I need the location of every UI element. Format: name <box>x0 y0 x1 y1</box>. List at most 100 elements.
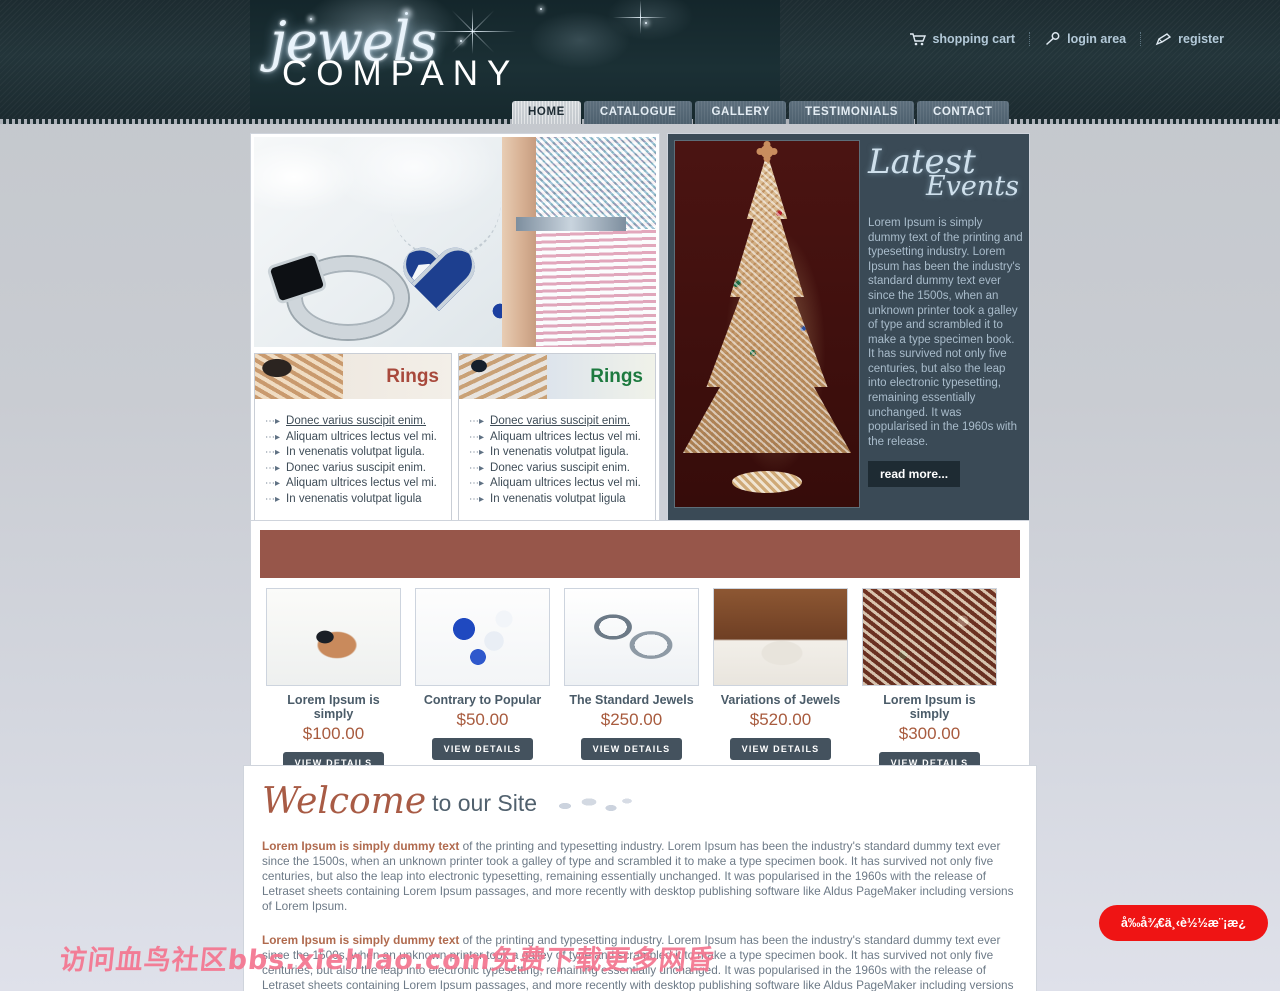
product-name: Lorem Ipsum is simply <box>287 693 380 721</box>
arrow-icon: ⋯▸ <box>265 447 281 458</box>
list-item[interactable]: ⋯▸ Donec varius suscipit enim. <box>265 462 441 474</box>
read-more-button[interactable]: read more... <box>868 461 961 488</box>
list-item[interactable]: ⋯▸ In venenatis volutpat ligula <box>265 493 441 505</box>
register-link[interactable]: register <box>1140 32 1238 46</box>
arrow-icon: ⋯▸ <box>265 462 281 474</box>
featured-products-panel: Lorem Ipsum is simply $100.00 VIEW DETAI… <box>250 520 1030 788</box>
tree-base-ornament <box>732 471 802 493</box>
product-card[interactable]: Lorem Ipsum is simply $100.00 VIEW DETAI… <box>266 588 401 774</box>
tab-catalogue[interactable]: CATALOGUE <box>584 101 693 124</box>
list-item[interactable]: ⋯▸ Aliquam ultrices lectus vel mi. <box>265 431 441 443</box>
welcome-heading: Welcome to our Site <box>262 784 1018 820</box>
view-details-button[interactable]: VIEW DETAILS <box>580 738 683 760</box>
latest-events-panel: Latest Events Lorem Ipsum is simply dumm… <box>667 133 1030 527</box>
products-header-bar <box>260 530 1020 578</box>
welcome-paragraph: Lorem Ipsum is simply dummy text of the … <box>262 933 1018 991</box>
category-title: Rings <box>386 365 439 387</box>
latest-events-title: Latest Events <box>868 140 1023 200</box>
shopping-cart-icon <box>909 32 927 46</box>
product-image <box>266 588 401 686</box>
welcome-script-text: Welcome <box>262 781 427 822</box>
product-price: $300.00 <box>898 724 961 743</box>
list-item[interactable]: ⋯▸ In venenatis volutpat ligula. <box>469 446 645 458</box>
logo-company-text: COMPANY <box>282 54 520 93</box>
latest-events-content: Latest Events Lorem Ipsum is simply dumm… <box>868 140 1023 508</box>
welcome-paragraph: Lorem Ipsum is simply dummy text of the … <box>262 839 1018 914</box>
welcome-paragraph-lead: Lorem Ipsum is simply dummy text <box>262 933 460 947</box>
pencil-icon <box>1155 32 1172 46</box>
arrow-icon: ⋯▸ <box>469 416 485 427</box>
welcome-section: Welcome to our Site Lorem Ipsum is simpl… <box>243 765 1037 991</box>
category-link-label: Donec varius suscipit enim. <box>286 415 427 427</box>
category-thumbnail-image <box>459 354 547 399</box>
shopping-cart-link[interactable]: shopping cart <box>895 32 1029 46</box>
product-image <box>862 588 997 686</box>
heart-pendant <box>400 249 478 319</box>
category-banner: Rings <box>255 354 451 399</box>
tab-home[interactable]: HOME <box>512 101 581 124</box>
category-title: Rings <box>590 365 643 387</box>
category-box: Rings ⋯▸ Donec varius suscipit enim. ⋯▸ Al… <box>254 353 452 523</box>
category-link-label: Donec varius suscipit enim. <box>286 461 427 474</box>
tab-gallery[interactable]: GALLERY <box>695 101 786 124</box>
list-item[interactable]: ⋯▸ Donec varius suscipit enim. <box>469 462 645 474</box>
view-details-button[interactable]: VIEW DETAILS <box>729 738 832 760</box>
latest-events-body: Lorem Ipsum is simply dummy text of the … <box>868 216 1023 448</box>
arrow-icon: ⋯▸ <box>469 478 485 489</box>
category-thumbnail-image <box>255 354 343 399</box>
product-price: $520.00 <box>749 710 812 729</box>
sparkle-decoration <box>540 8 542 10</box>
login-area-link[interactable]: login area <box>1029 32 1140 46</box>
category-link-label: Aliquam ultrices lectus vel mi. <box>490 430 641 443</box>
arrow-icon: ⋯▸ <box>265 416 281 427</box>
product-card[interactable]: The Standard Jewels $250.00 VIEW DETAILS <box>564 588 699 774</box>
tab-contact[interactable]: CONTACT <box>917 101 1009 124</box>
product-card[interactable]: Lorem Ipsum is simply $300.00 VIEW DETAI… <box>862 588 997 774</box>
category-link-label: In venenatis volutpat ligula <box>490 492 626 505</box>
product-card[interactable]: Contrary to Popular $50.00 VIEW DETAILS <box>415 588 550 774</box>
category-banner: Rings <box>459 354 655 399</box>
list-item[interactable]: ⋯▸ In venenatis volutpat ligula. <box>265 446 441 458</box>
list-item[interactable]: ⋯▸ Aliquam ultrices lectus vel mi. <box>265 477 441 489</box>
main-navigation: HOME CATALOGUE GALLERY TESTIMONIALS CONT… <box>512 101 1009 124</box>
christmas-tree-image <box>674 140 860 508</box>
product-image <box>564 588 699 686</box>
category-link-label: In venenatis volutpat ligula. <box>490 446 629 458</box>
product-name: Contrary to Popular <box>423 693 542 707</box>
product-price: $50.00 <box>456 710 509 729</box>
dress-sash <box>516 217 626 231</box>
category-link-label: Donec varius suscipit enim. <box>490 461 631 474</box>
list-item[interactable]: ⋯▸ Aliquam ultrices lectus vel mi. <box>469 431 645 443</box>
product-name: Variations of Jewels <box>720 693 841 707</box>
category-link-label: In venenatis volutpat ligula <box>286 492 422 505</box>
floral-ornament-icon <box>551 792 638 818</box>
arrow-icon: ⋯▸ <box>265 478 281 489</box>
top-content-row: Rings ⋯▸ Donec varius suscipit enim. ⋯▸ Al… <box>250 133 1030 527</box>
category-boxes: Rings ⋯▸ Donec varius suscipit enim. ⋯▸ Al… <box>254 353 656 523</box>
arrow-icon: ⋯▸ <box>265 493 281 505</box>
list-item[interactable]: ⋯▸ Aliquam ultrices lectus vel mi. <box>469 477 645 489</box>
tree-topper-icon <box>760 145 774 158</box>
tab-testimonials[interactable]: TESTIMONIALS <box>789 101 914 124</box>
arrow-icon: ⋯▸ <box>469 493 485 505</box>
list-item[interactable]: ⋯▸ Donec varius suscipit enim. <box>265 415 441 427</box>
hero-panel: Rings ⋯▸ Donec varius suscipit enim. ⋯▸ Al… <box>250 133 660 527</box>
product-list: Lorem Ipsum is simply $100.00 VIEW DETAI… <box>260 588 1020 778</box>
product-price: $250.00 <box>600 710 663 729</box>
product-card[interactable]: Variations of Jewels $520.00 VIEW DETAIL… <box>713 588 848 774</box>
product-price: $100.00 <box>302 724 365 743</box>
login-area-label: login area <box>1067 32 1127 46</box>
key-icon <box>1044 32 1061 46</box>
view-details-button[interactable]: VIEW DETAILS <box>431 738 534 760</box>
list-item[interactable]: ⋯▸ Donec varius suscipit enim. <box>469 415 645 427</box>
header-utility-links: shopping cart login area register <box>895 32 1238 46</box>
category-link-label: Donec varius suscipit enim. <box>490 415 631 427</box>
arrow-icon: ⋯▸ <box>265 431 281 443</box>
arrow-icon: ⋯▸ <box>469 431 485 443</box>
floating-promo-badge[interactable]: å‰å¾€ä¸‹è½½æ¨¡æ¿ <box>1098 905 1268 941</box>
product-image <box>713 588 848 686</box>
sparkle-decoration <box>645 22 647 24</box>
list-item[interactable]: ⋯▸ In venenatis volutpat ligula <box>469 493 645 505</box>
welcome-plain-text: to our Site <box>432 790 538 816</box>
category-link-label: In venenatis volutpat ligula. <box>286 446 425 458</box>
